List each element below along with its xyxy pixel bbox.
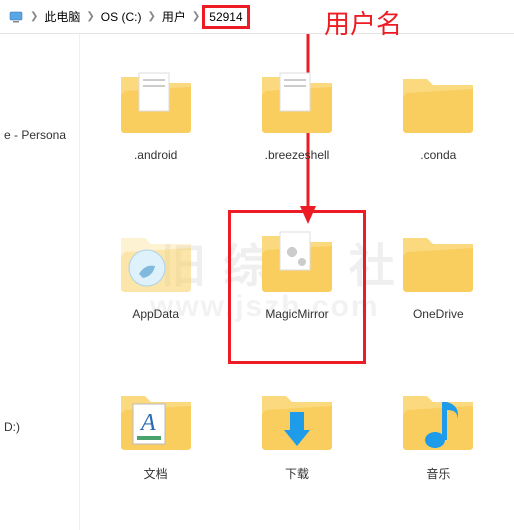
folder-icon xyxy=(257,221,337,301)
folder-conda[interactable]: .conda xyxy=(373,54,504,203)
folder-label: .breezeshell xyxy=(265,148,330,162)
folder-label: 文档 xyxy=(144,465,168,482)
pc-icon xyxy=(8,9,24,25)
chevron-right-icon: ❯ xyxy=(192,11,200,22)
folder-icon xyxy=(257,62,337,142)
folder-downloads[interactable]: 下载 xyxy=(231,371,362,520)
folder-breezeshell[interactable]: .breezeshell xyxy=(231,54,362,203)
breadcrumb: ❯ 此电脑 ❯ OS (C:) ❯ 用户 ❯ 52914 xyxy=(0,0,514,34)
folder-label: 音乐 xyxy=(426,465,450,482)
folder-label: MagicMirror xyxy=(265,307,328,321)
breadcrumb-item[interactable]: 用户 xyxy=(158,4,190,29)
folder-icon xyxy=(398,221,478,301)
svg-text:A: A xyxy=(139,410,156,436)
breadcrumb-item[interactable]: OS (C:) xyxy=(97,6,146,28)
folder-magicmirror[interactable]: MagicMirror xyxy=(228,210,365,365)
chevron-right-icon: ❯ xyxy=(30,11,38,22)
folder-label: .conda xyxy=(420,148,456,162)
folder-onedrive[interactable]: OneDrive xyxy=(373,213,504,362)
breadcrumb-item[interactable]: 此电脑 xyxy=(40,4,84,29)
chevron-right-icon: ❯ xyxy=(147,11,155,22)
chevron-right-icon: ❯ xyxy=(86,11,94,22)
content-area: e - Persona D:) .android xyxy=(0,34,514,530)
breadcrumb-item-current[interactable]: 52914 xyxy=(202,5,249,29)
folder-label: .android xyxy=(134,148,177,162)
folder-appdata[interactable]: AppData xyxy=(90,213,221,362)
folder-documents[interactable]: A 文档 xyxy=(90,371,221,520)
folder-icon: A xyxy=(116,379,196,459)
sidebar-item-persona[interactable]: e - Persona xyxy=(0,124,79,146)
folder-android[interactable]: .android xyxy=(90,54,221,203)
folder-icon xyxy=(398,62,478,142)
folder-icon xyxy=(116,221,196,301)
sidebar-item-drive-d[interactable]: D:) xyxy=(0,416,79,438)
folder-label: AppData xyxy=(132,307,179,321)
folder-icon xyxy=(398,379,478,459)
folder-label: 下载 xyxy=(285,465,309,482)
folder-icon xyxy=(116,62,196,142)
folder-grid: .android .breezeshell xyxy=(80,34,514,530)
folder-label: OneDrive xyxy=(413,307,464,321)
folder-icon xyxy=(257,379,337,459)
sidebar: e - Persona D:) xyxy=(0,34,80,530)
folder-music[interactable]: 音乐 xyxy=(373,371,504,520)
